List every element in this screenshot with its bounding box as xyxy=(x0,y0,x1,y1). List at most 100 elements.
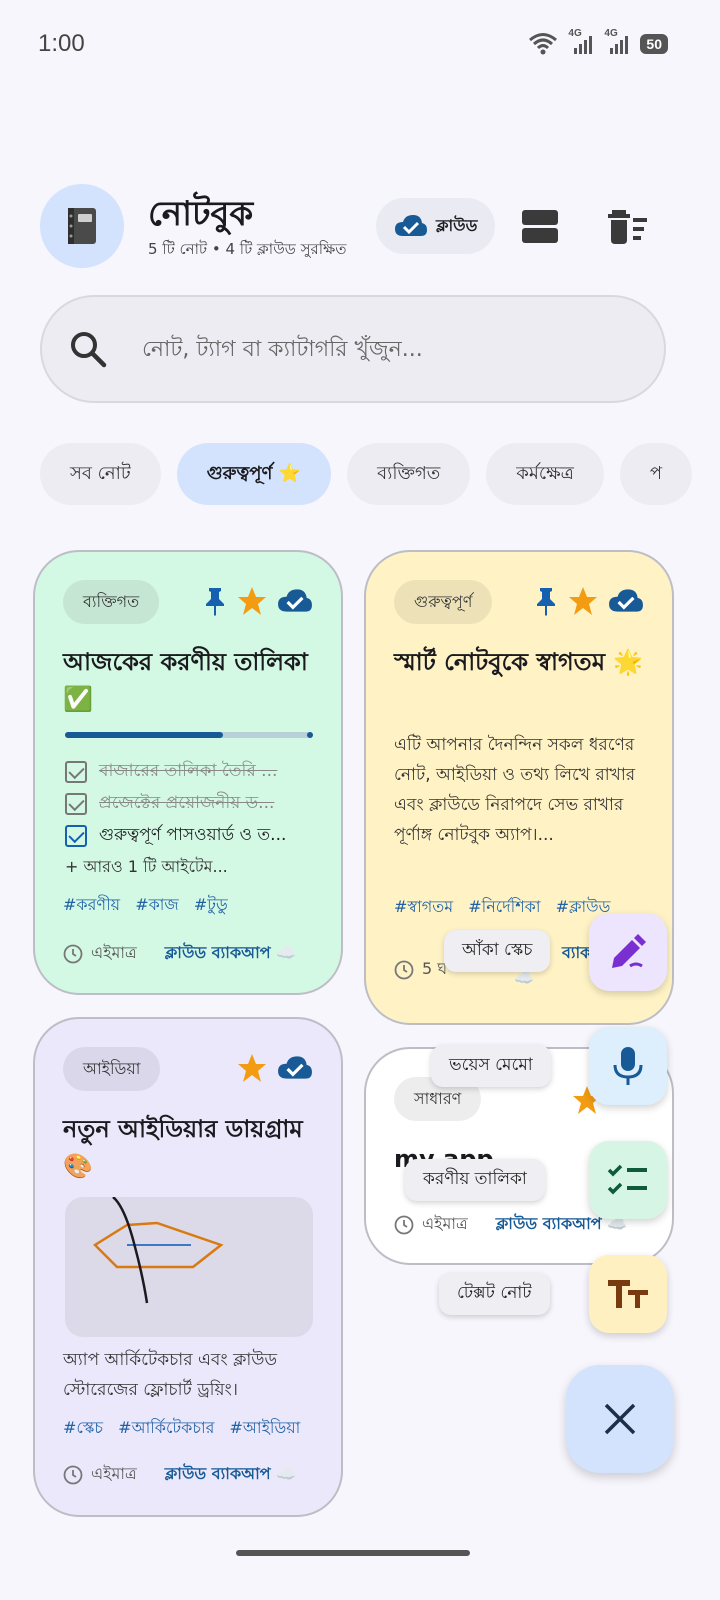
cloud-done-icon xyxy=(278,1056,312,1079)
tag[interactable]: #স্বাগতম xyxy=(394,897,453,916)
search-bar[interactable] xyxy=(40,295,666,403)
checkbox-checked[interactable] xyxy=(65,793,87,815)
tag[interactable]: #করণীয় xyxy=(63,895,120,914)
fab-label-checklist[interactable]: করণীয় তালিকা xyxy=(405,1159,545,1201)
category-badge: গুরুত্বপূর্ণ xyxy=(394,580,493,624)
star-icon[interactable] xyxy=(237,1053,267,1083)
clock-icon xyxy=(394,960,414,979)
app-header: নোটবুক 5 টি নোট • 4 টি ক্লাউড সুরক্ষিত ক… xyxy=(40,184,680,268)
sketch-drawing xyxy=(93,1196,224,1304)
fab-sketch-button[interactable] xyxy=(589,913,667,991)
checklist-item[interactable]: প্রজেক্টের প্রয়োজনীয় ড... xyxy=(65,790,315,818)
note-time: এইমাত্র xyxy=(91,1464,137,1483)
tag[interactable]: #আইডিয়া xyxy=(230,1418,301,1437)
status-bar: 1:00 4G 4G 50 xyxy=(0,0,720,92)
chip-all-notes[interactable]: সব নোট xyxy=(40,443,161,505)
filter-chip-row: সব নোট গুরুত্বপূর্ণ ⭐ ব্যক্তিগত কর্মক্ষে… xyxy=(40,443,720,505)
battery-icon: 50 xyxy=(640,34,668,54)
clock-icon xyxy=(63,1465,83,1484)
tag[interactable]: #কাজ xyxy=(135,895,179,914)
text-format-icon xyxy=(608,1280,648,1308)
search-input[interactable] xyxy=(142,327,622,371)
draw-icon xyxy=(612,934,646,968)
fab-text-button[interactable] xyxy=(589,1255,667,1333)
pin-icon[interactable] xyxy=(203,586,227,616)
fab-close-button[interactable] xyxy=(566,1365,674,1473)
tag-list: #স্বাগতম #নির্দেশিকা #ক্লাউড xyxy=(394,894,620,921)
delete-sweep-icon xyxy=(608,210,647,244)
note-title: স্মার্ট নোটবুকে স্বাগতম 🌟 xyxy=(394,648,644,676)
note-title: নতুন আইডিয়ার ডায়গ্রাম 🎨 xyxy=(63,1115,303,1180)
tag-list: #করণীয় #কাজ #টুডু xyxy=(63,892,238,919)
fab-label-voice[interactable]: ভয়েস মেমো xyxy=(431,1045,551,1087)
note-status-icons xyxy=(203,586,313,616)
page-subtitle: 5 টি নোট • 4 টি ক্লাউড সুরক্ষিত xyxy=(148,240,347,258)
note-time: এইমাত্র xyxy=(422,1214,468,1233)
backup-status-partial: ব্যাক xyxy=(562,943,592,962)
note-footer: এইমাত্র ক্লাউড ব্যাকআপ ☁️ xyxy=(394,1211,627,1238)
tag-list: #স্কেচ #আর্কিটেকচার #আইডিয়া xyxy=(63,1415,310,1442)
checkbox-checked[interactable] xyxy=(65,761,87,783)
checklist-item-text: বাজারের তালিকা তৈরি ... xyxy=(99,761,278,781)
chip-important[interactable]: গুরুত্বপূর্ণ ⭐ xyxy=(176,443,332,505)
note-time: এইমাত্র xyxy=(91,943,137,962)
checklist-item[interactable]: বাজারের তালিকা তৈরি ... xyxy=(65,758,315,786)
checklist-item-text: প্রজেক্টের প্রয়োজনীয় ড... xyxy=(99,793,275,813)
mic-icon xyxy=(613,1047,643,1085)
view-toggle-button[interactable] xyxy=(520,206,560,246)
wifi-icon xyxy=(529,33,558,55)
checklist-progress-bar xyxy=(65,732,313,738)
status-icons: 4G 4G 50 xyxy=(528,28,668,56)
pin-icon[interactable] xyxy=(534,586,558,616)
tag[interactable]: #নির্দেশিকা xyxy=(468,897,540,916)
category-badge: আইডিয়া xyxy=(63,1047,161,1091)
clock-icon xyxy=(63,944,83,963)
note-body: এটি আপনার দৈনন্দিন সকল ধরণের নোট, আইডিয়… xyxy=(394,735,636,845)
checkbox[interactable] xyxy=(65,825,87,847)
tag[interactable]: #স্কেচ xyxy=(63,1418,103,1437)
note-body: অ্যাপ আর্কিটেকচার এবং ক্লাউড স্টোরেজের ফ… xyxy=(63,1350,278,1400)
chip-personal[interactable]: ব্যক্তিগত xyxy=(347,443,471,505)
cloud-done-icon xyxy=(278,589,312,612)
signal-icon: 4G xyxy=(604,28,630,56)
star-icon[interactable] xyxy=(568,586,598,616)
note-footer: এইমাত্র ক্লাউড ব্যাকআপ ☁️ xyxy=(63,1461,296,1488)
notebook-icon xyxy=(40,184,124,268)
note-card-todo[interactable]: ব্যক্তিগত আজকের করণীয় তালিকা ✅ বাজারের … xyxy=(33,550,343,995)
cloud-done-icon xyxy=(395,215,427,236)
note-status-icons xyxy=(534,586,644,616)
chip-work[interactable]: কর্মক্ষেত্র xyxy=(486,443,604,505)
note-status-icons xyxy=(237,1053,313,1083)
star-icon[interactable] xyxy=(237,586,267,616)
sketch-preview xyxy=(65,1196,313,1337)
checklist-item-text: গুরুত্বপূর্ণ পাসওয়ার্ড ও ত... xyxy=(99,825,287,845)
cloud-chip-label: ক্লাউড xyxy=(436,215,478,235)
cloud-done-icon xyxy=(609,589,643,612)
checklist-icon xyxy=(607,1164,647,1195)
signal-icon: 4G xyxy=(568,28,594,56)
search-icon xyxy=(71,332,107,368)
tag[interactable]: #টুডু xyxy=(194,895,228,914)
backup-status: ক্লাউড ব্যাকআপ ☁️ xyxy=(164,943,297,962)
page-title: নোটবুক xyxy=(148,194,254,234)
fab-checklist-button[interactable] xyxy=(589,1141,667,1219)
chip-overflow[interactable]: প xyxy=(619,443,693,505)
view-agenda-icon xyxy=(522,210,558,243)
note-card-sketch[interactable]: আইডিয়া নতুন আইডিয়ার ডায়গ্রাম 🎨 অ্যাপ … xyxy=(33,1017,343,1517)
note-footer: এইমাত্র ক্লাউড ব্যাকআপ ☁️ xyxy=(63,940,296,967)
more-items-text: + আরও 1 টি আইটেম... xyxy=(65,857,228,876)
close-icon xyxy=(604,1403,636,1435)
fab-label-sketch[interactable]: আঁকা স্কেচ xyxy=(444,930,551,972)
category-badge: ব্যক্তিগত xyxy=(63,580,160,624)
backup-status: ক্লাউড ব্যাকআপ ☁️ xyxy=(164,1464,297,1483)
delete-sweep-button[interactable] xyxy=(606,206,650,246)
fab-label-text[interactable]: টেক্সট নোট xyxy=(439,1273,550,1315)
status-time: 1:00 xyxy=(38,30,85,57)
checklist-item[interactable]: গুরুত্বপূর্ণ পাসওয়ার্ড ও ত... xyxy=(65,822,315,850)
clock-icon xyxy=(394,1215,414,1234)
tag[interactable]: #আর্কিটেকচার xyxy=(118,1418,214,1437)
fab-voice-button[interactable] xyxy=(589,1027,667,1105)
note-title: আজকের করণীয় তালিকা ✅ xyxy=(63,648,308,713)
home-indicator[interactable] xyxy=(236,1550,470,1556)
cloud-sync-button[interactable]: ক্লাউড xyxy=(376,198,496,254)
